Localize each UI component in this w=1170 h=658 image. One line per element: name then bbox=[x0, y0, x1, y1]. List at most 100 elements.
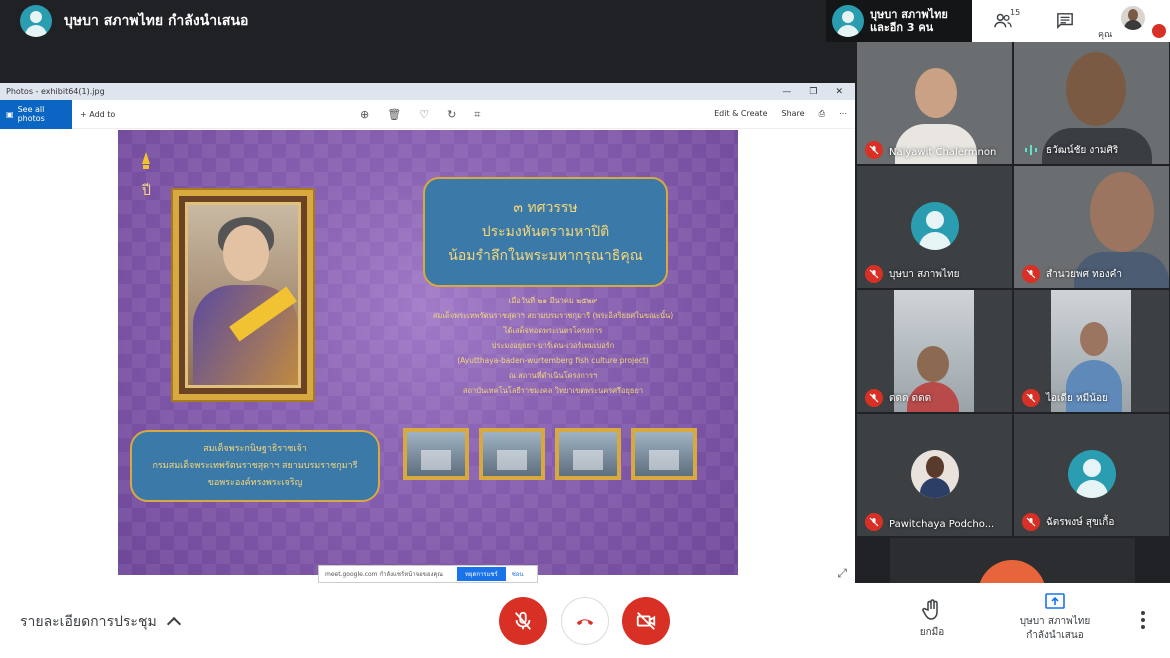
participant-tile[interactable]: บุษบา สภาพไทย bbox=[857, 166, 1012, 288]
detail-line: สมเด็จพระเทพรัตนราชสุดาฯ สยามบรมราชกุมาร… bbox=[432, 311, 674, 320]
title-line-2: ประมงหันตรามหาปิติ bbox=[481, 224, 610, 240]
presenting-status-button[interactable]: บุษบา สภาพไทย กำลังนำเสนอ bbox=[1010, 593, 1100, 643]
window-title: Photos - exhibit64(1).jpg bbox=[6, 87, 105, 96]
present-screen-icon bbox=[1045, 593, 1065, 609]
participant-tile[interactable]: ดดด ดดด bbox=[857, 290, 1012, 412]
exhibit-poster: ปี ๓ ทศวรรษ ประมงหันตรามหาปิติ น้อมรำลึก… bbox=[118, 130, 738, 575]
presenting-line-2: กำลังนำเสนอ bbox=[1026, 630, 1084, 641]
hang-up-icon bbox=[576, 619, 594, 626]
others-avatar bbox=[832, 5, 864, 37]
see-all-label: See all photos bbox=[17, 105, 45, 123]
self-mic-off-icon bbox=[1152, 24, 1166, 38]
caption-line: สมเด็จพระกนิษฐาธิราชเจ้า bbox=[203, 443, 307, 454]
crop-icon: ⌗ bbox=[474, 108, 481, 121]
raise-hand-button[interactable]: ยกมือ bbox=[905, 599, 959, 640]
presenting-line-1: บุษบา สภาพไทย bbox=[1019, 616, 1091, 627]
camera-off-icon bbox=[636, 612, 656, 630]
poster-title-box: ๓ ทศวรรษ ประมงหันตรามหาปิติ น้อมรำลึกในพ… bbox=[423, 177, 668, 287]
close-icon: ✕ bbox=[835, 86, 843, 97]
self-avatar bbox=[1121, 6, 1145, 30]
participant-name: ฉัตรพงษ์ สุขเกื้อ bbox=[1046, 517, 1115, 528]
add-to-button: + Add to bbox=[80, 109, 116, 119]
mic-off-icon bbox=[865, 513, 883, 531]
more-icon: ⋯ bbox=[839, 109, 847, 118]
poster-caption-box: สมเด็จพระกนิษฐาธิราชเจ้า กรมสมเด็จพระเทพ… bbox=[130, 430, 380, 502]
others-presenting-box[interactable]: บุษบา สภาพไทย และอีก 3 คน bbox=[826, 0, 972, 42]
chat-button[interactable] bbox=[1034, 0, 1096, 42]
delete-icon: 🗑 bbox=[387, 108, 402, 121]
poster-thumbnail bbox=[555, 428, 621, 480]
header-icon-panel: 15 คุณ bbox=[972, 0, 1170, 42]
poster-thumbnails bbox=[403, 428, 697, 480]
camera-toggle-button[interactable] bbox=[622, 597, 670, 645]
detail-line: (Ayutthaya-baden-wurtemberg fish culture… bbox=[457, 356, 649, 365]
self-label: คุณ bbox=[1098, 30, 1113, 40]
detail-line: ได้เสด็จทอดพระเนตรโครงการ bbox=[503, 326, 603, 335]
mic-off-icon bbox=[514, 611, 532, 630]
participant-name: Naiyawit Chalermnon bbox=[889, 147, 997, 158]
participant-tile[interactable]: ไอเดีย หมีน้อย bbox=[1014, 290, 1169, 412]
photos-titlebar: Photos - exhibit64(1).jpg — ❐ ✕ bbox=[0, 83, 855, 100]
photo-right-tools: Edit & Create Share ⎙ ⋯ bbox=[714, 109, 847, 119]
participant-tile[interactable]: Naiyawit Chalermnon bbox=[857, 42, 1012, 164]
poster-thumbnail bbox=[631, 428, 697, 480]
participant-name: บุษบา สภาพไทย bbox=[889, 269, 960, 280]
print-icon: ⎙ bbox=[818, 109, 825, 118]
title-line-1: ๓ ทศวรรษ bbox=[513, 200, 578, 216]
zoom-icon: ⊕ bbox=[360, 108, 370, 121]
participant-tile[interactable]: Pawitchaya Podcho... bbox=[857, 414, 1012, 536]
participant-tile[interactable]: ธวัฒน์ชัย งามศิริ bbox=[1014, 42, 1169, 164]
share-banner-text: meet.google.com กำลังแชร์หน้าจอของคุณ bbox=[325, 571, 443, 578]
share-button: Share bbox=[781, 109, 805, 118]
speaking-indicator-icon bbox=[1025, 145, 1037, 155]
self-view-tile[interactable]: คุณ bbox=[1096, 0, 1170, 42]
more-options-icon[interactable] bbox=[1137, 609, 1149, 631]
participant-name: ไอเดีย หมีน้อย bbox=[1046, 393, 1108, 404]
participant-avatar bbox=[1068, 450, 1116, 498]
mic-off-icon bbox=[865, 389, 883, 407]
mic-off-icon bbox=[1022, 265, 1040, 283]
presenter-avatar bbox=[20, 5, 52, 37]
participant-avatar bbox=[978, 560, 1046, 583]
expand-icon: ⤢ bbox=[837, 566, 847, 580]
detail-line: สถาบันเทคโนโลยีราชมงคล วิทยาเขตพระนครศรี… bbox=[462, 386, 644, 395]
participant-tile[interactable]: ฉัตรพงษ์ สุขเกื้อ bbox=[1014, 414, 1169, 536]
stop-sharing-button: หยุดการแชร์ bbox=[456, 567, 506, 581]
participant-avatar bbox=[911, 450, 959, 498]
leave-call-button[interactable] bbox=[561, 597, 609, 645]
mic-off-icon bbox=[1022, 513, 1040, 531]
people-button[interactable]: 15 bbox=[972, 0, 1034, 42]
detail-line: ณ สถานที่ดำเนินโครงการฯ bbox=[508, 371, 598, 380]
maximize-icon: ❐ bbox=[809, 86, 818, 97]
bottom-bar: รายละเอียดการประชุม ยกมือ บุษบา สภาพไทย … bbox=[0, 583, 1170, 658]
see-all-photos-button: ▣ See all photos bbox=[0, 99, 72, 129]
mic-toggle-button[interactable] bbox=[499, 597, 547, 645]
poster-thumbnail bbox=[479, 428, 545, 480]
mic-off-icon bbox=[865, 141, 883, 159]
meeting-details-button[interactable]: รายละเอียดการประชุม bbox=[20, 611, 181, 633]
poster-thumbnail bbox=[403, 428, 469, 480]
presenter-bar: บุษบา สภาพไทย กำลังนำเสนอ bbox=[0, 0, 855, 42]
photos-icon: ▣ bbox=[6, 109, 14, 119]
photo-tools: ⊕ 🗑 ♡ ↻ ⌗ bbox=[360, 108, 480, 122]
participant-name: Pawitchaya Podcho... bbox=[889, 519, 995, 530]
presenter-name: บุษบา สภาพไทย กำลังนำเสนอ bbox=[64, 13, 249, 29]
participant-name: สำนวยพศ ทองคำ bbox=[1046, 269, 1122, 280]
raise-hand-label: ยกมือ bbox=[919, 627, 945, 638]
poster-details: เมื่อวันที่ ๒๑ มีนาคม ๒๕๒๙ สมเด็จพระเทพร… bbox=[408, 293, 698, 398]
corner-glyph: ปี bbox=[142, 183, 151, 199]
shared-screen: Photos - exhibit64(1).jpg — ❐ ✕ ▣ See al… bbox=[0, 83, 855, 583]
others-text: บุษบา สภาพไทย และอีก 3 คน bbox=[870, 8, 948, 34]
detail-line: เมื่อวันที่ ๒๑ มีนาคม ๒๕๒๙ bbox=[508, 296, 598, 305]
participant-avatar bbox=[911, 202, 959, 250]
royal-portrait bbox=[173, 190, 313, 400]
title-line-3: น้อมรำลึกในพระมหากรุณาธิคุณ bbox=[448, 248, 643, 264]
caption-line: ขอพระองค์ทรงพระเจริญ bbox=[207, 477, 303, 488]
participant-tile[interactable]: สำนวยพศ ทองคำ bbox=[1014, 166, 1169, 288]
participant-tile-partial[interactable] bbox=[890, 538, 1135, 583]
meeting-details-label: รายละเอียดการประชุม bbox=[20, 614, 157, 630]
others-line1: บุษบา สภาพไทย bbox=[870, 8, 948, 21]
mic-off-icon bbox=[865, 265, 883, 283]
screen-share-banner: meet.google.com กำลังแชร์หน้าจอของคุณ หย… bbox=[318, 565, 538, 583]
photos-toolbar: ▣ See all photos + Add to ⊕ 🗑 ♡ ↻ ⌗ Edit… bbox=[0, 99, 855, 129]
